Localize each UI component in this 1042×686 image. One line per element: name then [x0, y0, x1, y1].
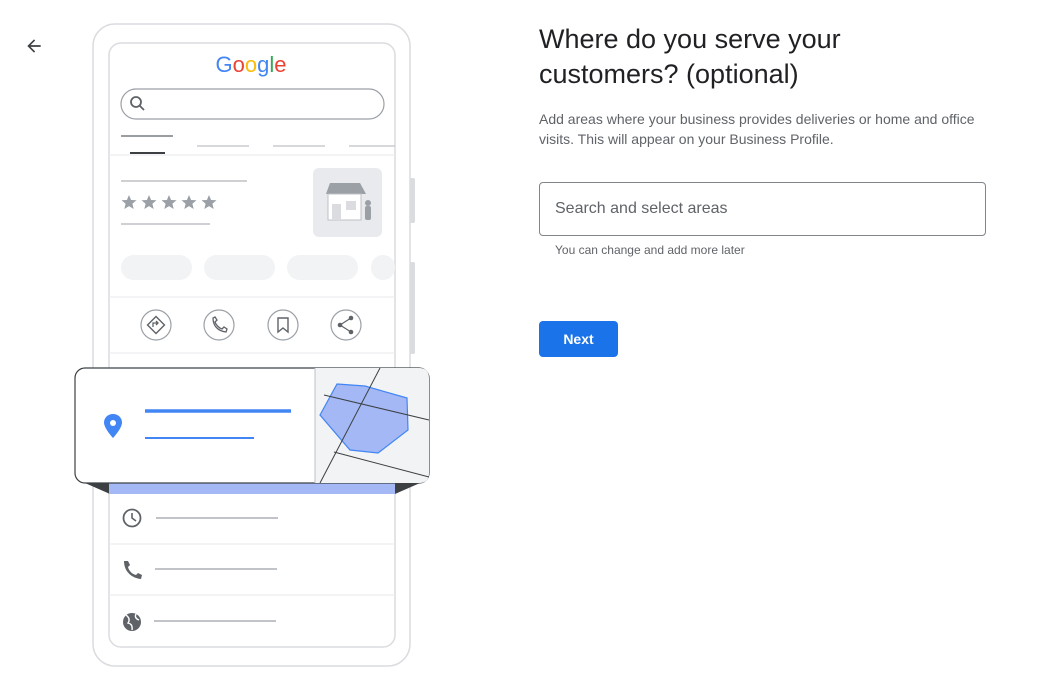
google-logo: Google — [215, 52, 286, 77]
directions-icon — [140, 309, 172, 341]
bookmark-icon — [267, 309, 299, 341]
page-title: Where do you serve your customers? (opti… — [539, 24, 841, 89]
phone-icon — [203, 309, 235, 341]
share-icon — [330, 309, 362, 341]
phone-screen — [108, 42, 396, 648]
arrow-back-icon — [27, 39, 41, 53]
area-search-input[interactable] — [540, 183, 985, 235]
service-area-card — [74, 367, 430, 484]
phone-search-bar — [120, 88, 385, 120]
area-search-field[interactable] — [539, 182, 986, 236]
page-description: Add areas where your business provides d… — [539, 111, 975, 147]
search-helper-text: You can change and add more later — [555, 243, 745, 257]
next-button[interactable]: Next — [539, 321, 618, 357]
business-profile-illustration: Google — [74, 23, 430, 667]
back-button[interactable] — [20, 32, 48, 60]
globe-icon — [123, 613, 141, 631]
